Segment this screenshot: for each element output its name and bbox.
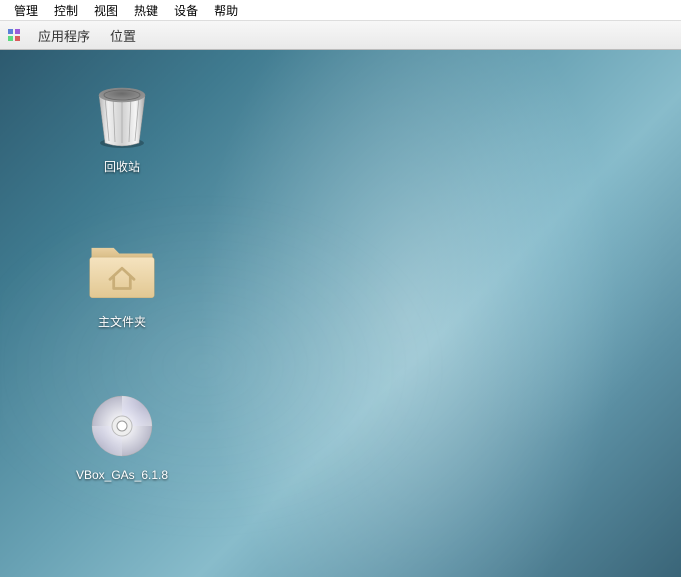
desktop-icon-disc[interactable]: VBox_GAs_6.1.8 <box>62 390 182 482</box>
menu-view[interactable]: 视图 <box>86 2 126 19</box>
menu-hotkeys[interactable]: 热键 <box>126 2 166 19</box>
disc-icon <box>86 390 158 462</box>
desktop-icon-trash[interactable]: 回收站 <box>62 80 182 175</box>
applications-icon <box>6 27 22 43</box>
panel-applications[interactable]: 应用程序 <box>28 26 100 45</box>
desktop[interactable]: 回收站 <box>0 50 681 577</box>
menu-control[interactable]: 控制 <box>46 2 86 19</box>
desktop-icon-home[interactable]: 主文件夹 <box>62 235 182 330</box>
host-menubar: 管理 控制 视图 热键 设备 帮助 <box>0 0 681 20</box>
panel-places[interactable]: 位置 <box>100 26 146 45</box>
trash-icon <box>86 80 158 152</box>
menu-help[interactable]: 帮助 <box>206 2 246 19</box>
menu-devices[interactable]: 设备 <box>166 2 206 19</box>
desktop-icon-label: VBox_GAs_6.1.8 <box>76 468 168 482</box>
home-folder-icon <box>86 235 158 307</box>
desktop-icon-grid: 回收站 <box>62 80 182 482</box>
desktop-icon-label: 回收站 <box>104 158 140 175</box>
guest-top-panel: 应用程序 位置 <box>0 20 681 50</box>
desktop-icon-label: 主文件夹 <box>98 313 146 330</box>
menu-manage[interactable]: 管理 <box>6 2 46 19</box>
